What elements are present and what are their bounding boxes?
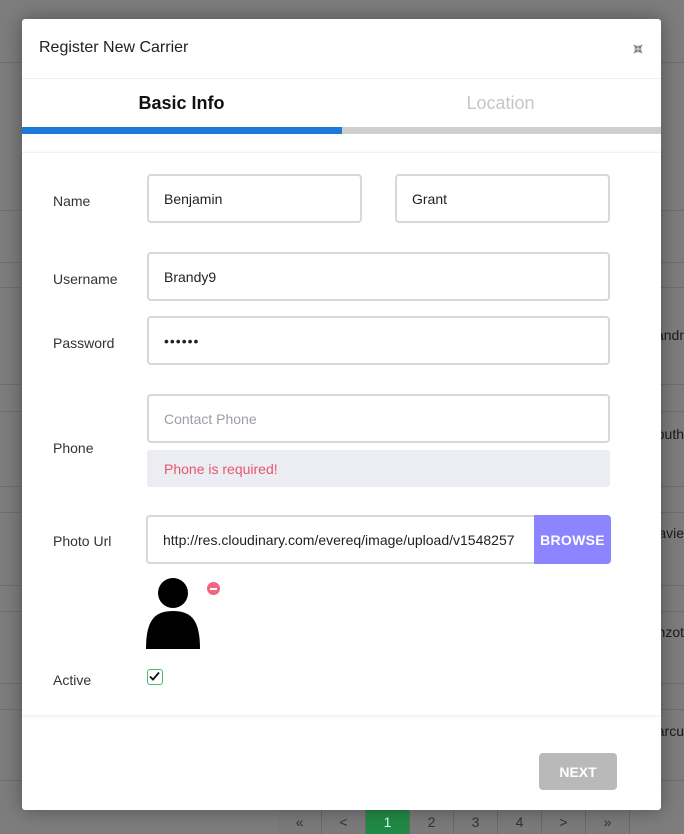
modal-title: Register New Carrier [39, 39, 189, 56]
register-carrier-modal: Register New Carrier Basic Info Location… [22, 19, 661, 810]
page-next-button[interactable]: > [542, 810, 586, 834]
remove-photo-icon[interactable] [207, 582, 220, 595]
wizard-tabs: Basic Info Location [22, 79, 661, 127]
page-prev-button[interactable]: < [322, 810, 366, 834]
wizard-progress-fill [22, 127, 342, 134]
avatar-placeholder-icon [146, 577, 202, 649]
photo-url-input[interactable]: http://res.cloudinary.com/evereq/image/u… [146, 515, 535, 564]
password-label: Password [53, 335, 115, 351]
active-label: Active [53, 672, 92, 688]
first-name-input[interactable]: Benjamin [147, 174, 362, 223]
tab-basic-info[interactable]: Basic Info [22, 79, 341, 127]
bg-row-text: nzot [657, 624, 684, 640]
username-input[interactable]: Brandy9 [147, 252, 610, 301]
browse-button[interactable]: BROWSE [534, 515, 611, 564]
phone-label: Phone [53, 440, 94, 456]
pagination: « < 1 2 3 4 > » [278, 810, 630, 834]
page-1-button[interactable]: 1 [366, 810, 410, 834]
page-2-button[interactable]: 2 [410, 810, 454, 834]
photo-url-label: Photo Url [53, 533, 112, 549]
tab-location[interactable]: Location [341, 79, 660, 127]
page-first-button[interactable]: « [278, 810, 322, 834]
bg-row-text: avie [658, 525, 684, 541]
page-4-button[interactable]: 4 [498, 810, 542, 834]
active-checkbox[interactable] [147, 669, 163, 685]
phone-error-message: Phone is required! [147, 450, 610, 487]
name-label: Name [53, 193, 91, 209]
next-button[interactable]: NEXT [539, 753, 617, 790]
last-name-input[interactable]: Grant [395, 174, 610, 223]
phone-input[interactable]: Contact Phone [147, 394, 610, 443]
username-label: Username [53, 271, 118, 287]
page-last-button[interactable]: » [586, 810, 630, 834]
password-input[interactable]: •••••• [147, 316, 610, 365]
wizard-progress-track [22, 127, 661, 134]
collapse-icon[interactable] [633, 41, 643, 54]
modal-header: Register New Carrier [22, 19, 661, 79]
basic-info-form: Name Benjamin Grant Username Brandy9 Pas… [22, 152, 661, 715]
page-3-button[interactable]: 3 [454, 810, 498, 834]
